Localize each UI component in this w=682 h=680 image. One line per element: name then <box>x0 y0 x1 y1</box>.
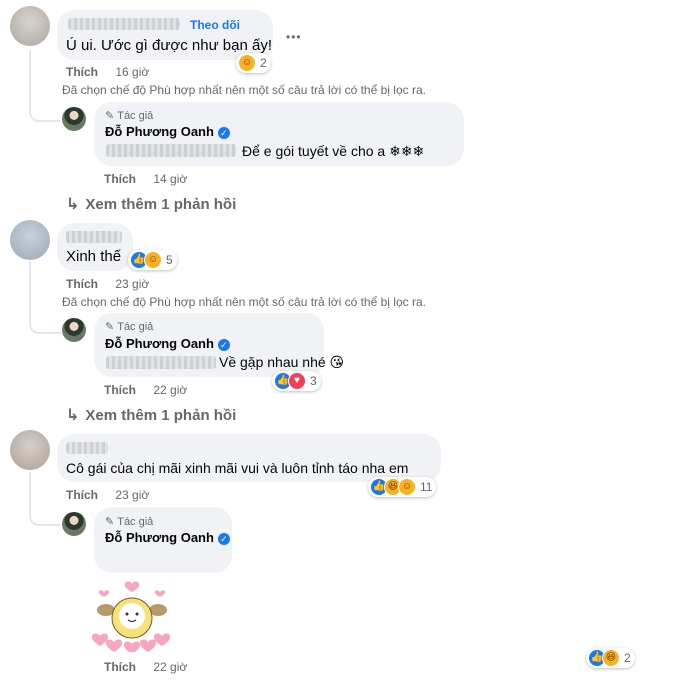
comment-reactions[interactable]: 👍 ☺ 5 <box>128 250 177 270</box>
like-button[interactable]: Thích <box>104 660 136 674</box>
love-icon: ♥ <box>288 372 306 390</box>
like-button[interactable]: Thích <box>66 277 98 291</box>
like-button[interactable]: Thích <box>66 488 98 502</box>
thread-connector <box>29 262 61 334</box>
reply-reactions[interactable]: 👍 😆 2 <box>586 648 635 668</box>
reply-meta: Thích 22 giờ <box>104 660 187 674</box>
reply-time[interactable]: 22 giờ <box>153 660 187 674</box>
comment-meta: Thích 23 giờ <box>66 488 149 502</box>
author-name[interactable]: Đỗ Phương Oanh ✓ <box>105 336 230 351</box>
thread-connector <box>29 472 61 526</box>
comment-text: Xinh thế <box>66 248 122 265</box>
author-avatar[interactable] <box>62 107 86 131</box>
commenter-name-blurred[interactable] <box>66 442 108 454</box>
reply-time[interactable]: 22 giờ <box>153 383 187 397</box>
reply-reactions[interactable]: 👍 ♥ 3 <box>272 371 321 391</box>
comment-time[interactable]: 16 giờ <box>115 65 149 79</box>
comment-reactions[interactable]: 👍 😆 ☺ 11 <box>368 477 437 497</box>
reply-meta: Thích 22 giờ <box>104 383 187 397</box>
verified-icon: ✓ <box>217 338 230 351</box>
commenter-avatar[interactable] <box>10 6 50 46</box>
author-avatar[interactable] <box>62 318 86 342</box>
commenter-name-blurred[interactable] <box>66 231 122 243</box>
filter-notice: Đã chọn chế độ Phù hợp nhất nên một số c… <box>62 295 426 309</box>
mention-blurred[interactable] <box>106 144 236 157</box>
see-more-replies[interactable]: ↳ Xem thêm 1 phản hồi <box>66 194 236 214</box>
thread-connector <box>29 50 61 122</box>
care-icon: ☺ <box>144 251 162 269</box>
reply-text: Về gặp nhau nhé 😘 <box>219 354 345 370</box>
like-button[interactable]: Thích <box>104 172 136 186</box>
mention-blurred[interactable] <box>106 356 216 369</box>
pen-icon: ✎ <box>105 516 115 528</box>
verified-icon: ✓ <box>217 126 230 139</box>
comment-text: Ú ui. Ước gì được như bạn ấy! <box>66 37 272 54</box>
comment-meta: Thích 23 giờ <box>66 277 149 291</box>
comment-time[interactable]: 23 giờ <box>115 488 149 502</box>
comment-text: Cô gái của chị mãi xinh mãi vui và luôn … <box>66 460 409 476</box>
author-badge: ✎ Tác giả <box>105 320 154 334</box>
comment-meta: Thích 16 giờ <box>66 65 149 79</box>
reply-arrow-icon: ↳ <box>66 196 80 213</box>
care-icon: ☺ <box>238 54 256 72</box>
pen-icon: ✎ <box>105 110 115 122</box>
like-button[interactable]: Thích <box>104 383 136 397</box>
like-button[interactable]: Thích <box>66 65 98 79</box>
cute-sticker[interactable] <box>92 578 174 652</box>
author-avatar[interactable] <box>62 512 86 536</box>
reply-time[interactable]: 14 giờ <box>153 172 187 186</box>
author-badge: ✎ Tác giả <box>105 515 154 529</box>
filter-notice: Đã chọn chế độ Phù hợp nhất nên một số c… <box>62 83 426 97</box>
comment-reactions[interactable]: ☺ 2 <box>236 53 271 73</box>
author-name[interactable]: Đỗ Phương Oanh ✓ <box>105 530 230 545</box>
commenter-avatar[interactable] <box>10 220 50 260</box>
reply-text: Để e gói tuyết về cho a ❄❄❄ <box>242 143 425 159</box>
haha-icon: 😆 <box>602 649 620 667</box>
more-options-button[interactable]: ••• <box>286 30 302 44</box>
care-icon: ☺ <box>398 478 416 496</box>
reply-meta: Thích 14 giờ <box>104 172 187 186</box>
follow-link[interactable]: Theo dõi <box>190 18 240 32</box>
commenter-avatar[interactable] <box>10 430 50 470</box>
see-more-replies[interactable]: ↳ Xem thêm 1 phản hồi <box>66 405 236 425</box>
reply-arrow-icon: ↳ <box>66 407 80 424</box>
author-name[interactable]: Đỗ Phương Oanh ✓ <box>105 124 230 139</box>
commenter-name-blurred[interactable] <box>68 18 180 30</box>
author-badge: ✎ Tác giả <box>105 109 154 123</box>
comment-time[interactable]: 23 giờ <box>115 277 149 291</box>
pen-icon: ✎ <box>105 321 115 333</box>
verified-icon: ✓ <box>217 532 230 545</box>
